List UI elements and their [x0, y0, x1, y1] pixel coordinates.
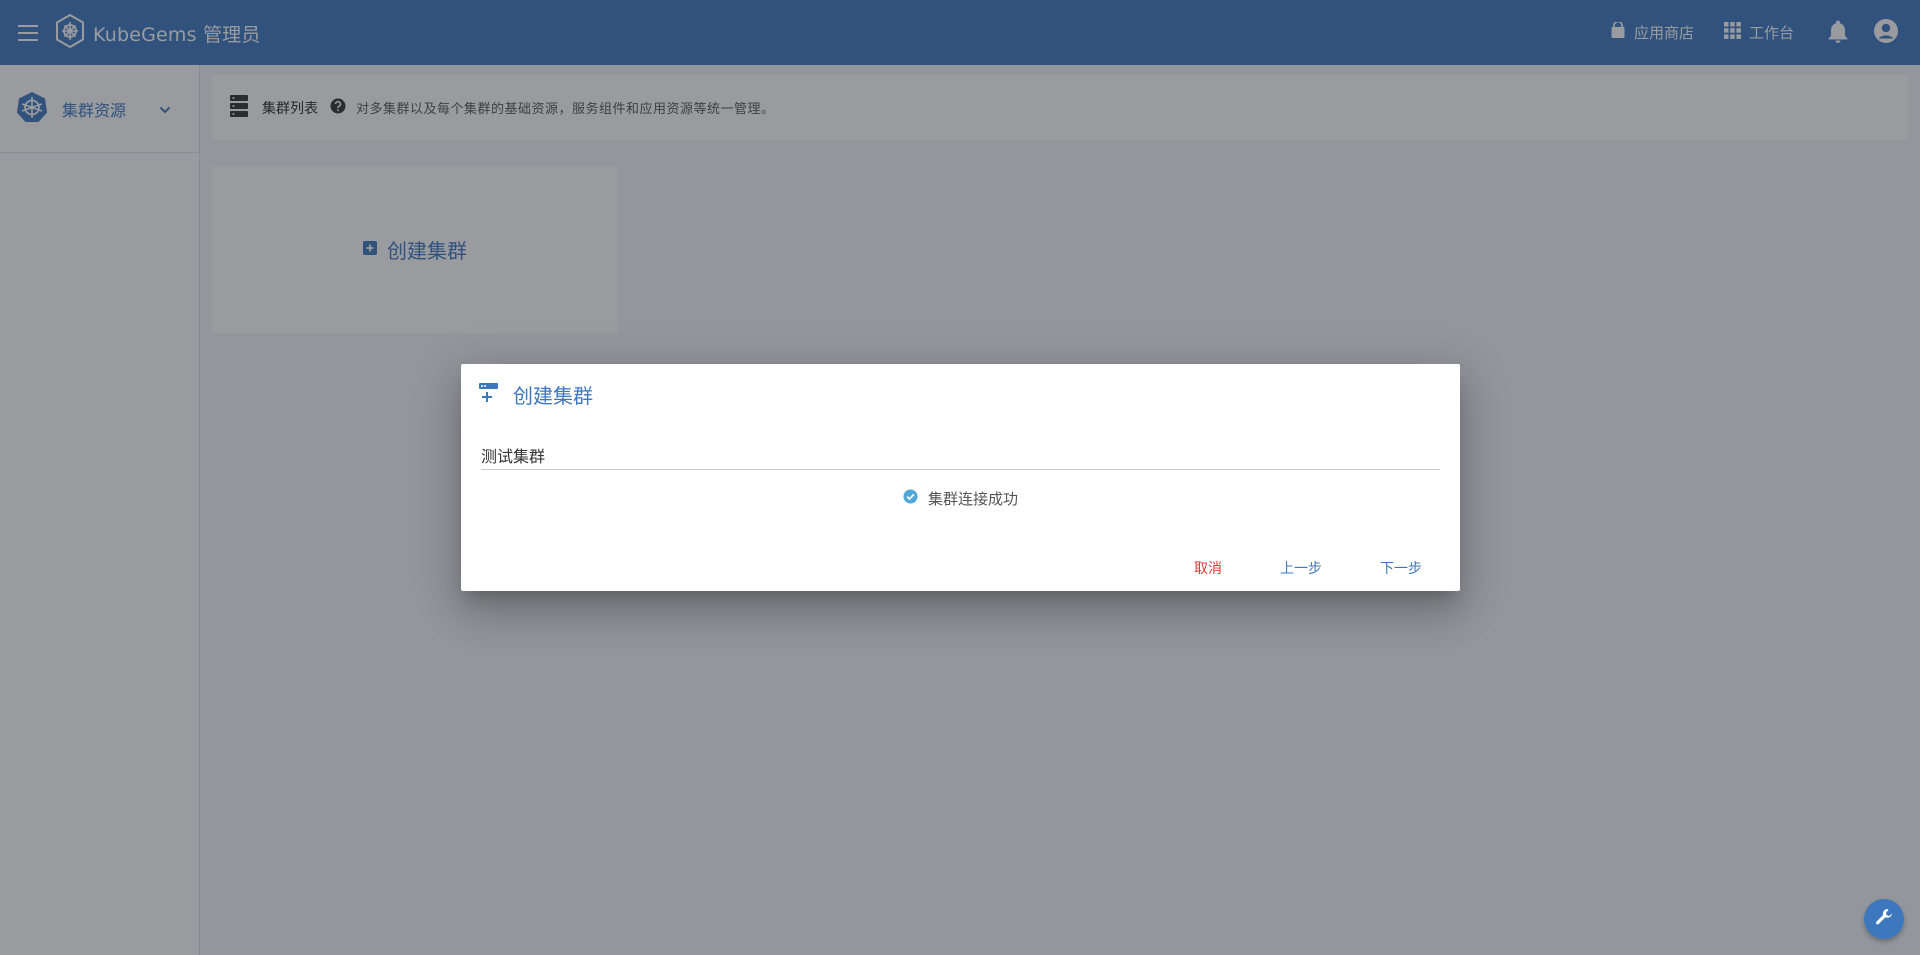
next-step-button[interactable]: 下一步	[1362, 552, 1440, 584]
dialog-header: 创建集群	[479, 380, 593, 409]
connection-status: 集群连接成功	[461, 488, 1460, 509]
create-cluster-dialog: 创建集群 集群连接成功 取消 上一步 下一步	[461, 364, 1460, 591]
previous-step-button[interactable]: 上一步	[1262, 552, 1340, 584]
server-plus-icon	[479, 382, 499, 407]
cluster-name-input[interactable]	[481, 440, 1440, 469]
wrench-icon	[1874, 907, 1894, 931]
dialog-actions: 取消 上一步 下一步	[1154, 552, 1440, 584]
settings-fab[interactable]	[1864, 899, 1904, 939]
status-text: 集群连接成功	[927, 490, 1018, 508]
check-circle-icon	[903, 489, 918, 508]
dialog-title: 创建集群	[513, 384, 593, 408]
cluster-name-field[interactable]	[481, 440, 1440, 470]
cancel-button[interactable]: 取消	[1176, 552, 1240, 584]
